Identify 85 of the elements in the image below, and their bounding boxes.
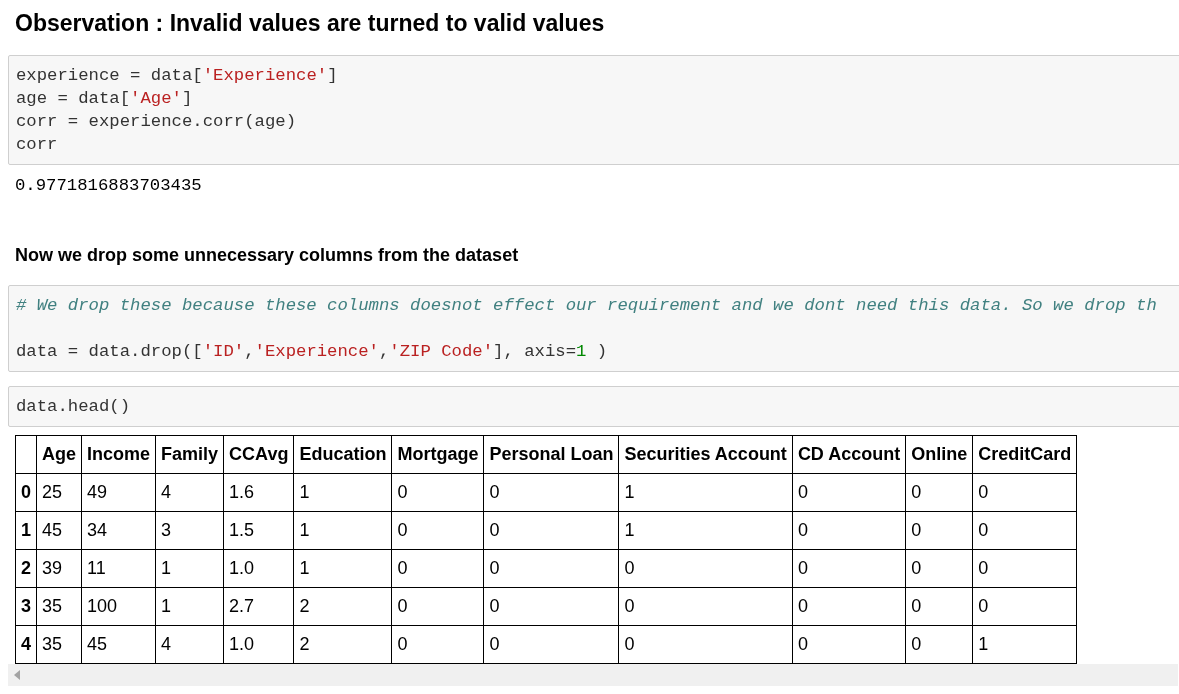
table-cell: 0 <box>972 511 1077 550</box>
code-cell[interactable]: experience = data['Experience'] age = data['Age'] corr = experience.corr(age) corr <box>8 54 1179 165</box>
table-cell: 0 <box>391 587 484 626</box>
markdown-heading: Now we drop some unnecessary columns from the dataset <box>15 244 520 268</box>
table-cell: 1.5 <box>223 511 294 550</box>
table-cell: 1 <box>619 511 793 550</box>
row-index: 1 <box>15 511 37 550</box>
code-comment: # We drop these because these columns doesnot effect our requirement and we dont need this data. So we drop th <box>16 295 1158 318</box>
table-cell: 0 <box>483 511 619 550</box>
table-cell: 49 <box>81 473 156 512</box>
table-cell: 0 <box>792 473 906 512</box>
table-cell: 3 <box>155 511 224 550</box>
table-cell: 0 <box>905 587 973 626</box>
code-line: corr = experience.corr(age) <box>16 110 297 133</box>
row-index: 2 <box>15 549 37 588</box>
output-text: 0.9771816883703435 <box>15 174 203 197</box>
column-header: Family <box>155 435 224 474</box>
column-header: Income <box>81 435 156 474</box>
table-cell: 0 <box>972 473 1077 512</box>
table-cell: 0 <box>391 473 484 512</box>
column-header: Online <box>905 435 973 474</box>
table-cell: 25 <box>36 473 82 512</box>
table-cell: 100 <box>81 587 156 626</box>
code-cell[interactable]: # We drop these because these columns doesnot effect our requirement and we dont need this data. So we drop th data = data.drop(['ID','Experience','ZIP Code'], axis=1 ) <box>8 285 1179 373</box>
table-cell: 0 <box>792 549 906 588</box>
table-cell: 1 <box>293 511 392 550</box>
table-cell: 1 <box>155 587 224 626</box>
table-cell: 0 <box>483 473 619 512</box>
column-header: CD Account <box>792 435 906 474</box>
table-cell: 0 <box>483 587 619 626</box>
table-cell: 39 <box>36 549 82 588</box>
table-cell: 2 <box>293 587 392 626</box>
section-heading: Observation : Invalid values are turned to valid values <box>15 9 606 38</box>
code-line: data.head() <box>16 396 132 419</box>
column-header: Age <box>36 435 82 474</box>
row-index: 4 <box>15 625 37 664</box>
table-cell: 0 <box>905 473 973 512</box>
table-cell: 11 <box>81 549 156 588</box>
table-cell: 0 <box>391 511 484 550</box>
table-cell: 0 <box>483 625 619 664</box>
table-cell: 0 <box>905 549 973 588</box>
row-index: 0 <box>15 473 37 512</box>
table-cell: 0 <box>972 549 1077 588</box>
code-line: corr <box>16 133 59 156</box>
table-cell: 0 <box>905 625 973 664</box>
table-cell: 0 <box>391 625 484 664</box>
table-cell: 0 <box>619 549 793 588</box>
table-cell: 0 <box>619 625 793 664</box>
table-cell: 35 <box>36 587 82 626</box>
table-cell: 1 <box>972 625 1077 664</box>
table-cell: 4 <box>155 473 224 512</box>
code-line: experience = data['Experience'] <box>16 64 339 87</box>
table-cell: 0 <box>792 511 906 550</box>
code-line: data = data.drop(['ID','Experience','ZIP Code'], axis=1 ) <box>16 341 609 364</box>
table-cell: 1 <box>293 473 392 512</box>
table-cell: 45 <box>81 625 156 664</box>
table-cell: 0 <box>391 549 484 588</box>
table-cell: 1.6 <box>223 473 294 512</box>
column-header: Personal Loan <box>483 435 619 474</box>
table-cell: 35 <box>36 625 82 664</box>
table-cell: 1.0 <box>223 625 294 664</box>
table-cell: 1 <box>619 473 793 512</box>
row-index: 3 <box>15 587 37 626</box>
table-cell: 0 <box>483 549 619 588</box>
column-header: Securities Account <box>619 435 793 474</box>
table-cell: 2.7 <box>223 587 294 626</box>
table-cell: 0 <box>972 587 1077 626</box>
table-cell: 45 <box>36 511 82 550</box>
code-cell[interactable]: data.head() <box>8 386 1179 428</box>
table-cell: 4 <box>155 625 224 664</box>
column-header: CreditCard <box>972 435 1077 474</box>
table-cell: 0 <box>905 511 973 550</box>
table-cell: 0 <box>792 587 906 626</box>
code-line: age = data['Age'] <box>16 87 194 110</box>
table-cell: 1 <box>155 549 224 588</box>
table-cell: 2 <box>293 625 392 664</box>
table-cell: 1.0 <box>223 549 294 588</box>
table-cell: 1 <box>293 549 392 588</box>
column-header: Mortgage <box>391 435 484 474</box>
table-cell: 0 <box>619 587 793 626</box>
table-cell: 34 <box>81 511 156 550</box>
column-header: Education <box>293 435 392 474</box>
column-header: CCAvg <box>223 435 294 474</box>
table-cell: 0 <box>792 625 906 664</box>
scroll-left-icon[interactable] <box>14 670 20 681</box>
